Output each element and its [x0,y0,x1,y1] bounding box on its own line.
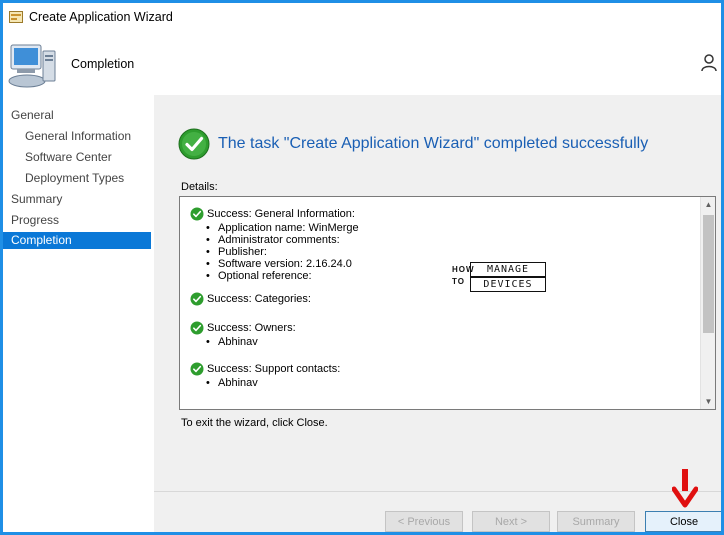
details-list: Success: General Information: Applicatio… [190,207,690,395]
checkmark-icon [190,207,204,221]
completion-headline: The task "Create Application Wizard" com… [218,135,649,152]
scroll-down-icon[interactable]: ▼ [701,394,715,409]
details-section-owners: Success: Owners: Abhinav [190,321,690,348]
close-button[interactable]: Close [645,511,721,532]
sidebar-item-progress[interactable]: Progress [3,212,151,229]
list-item: Administrator comments: [206,234,690,246]
computer-icon [8,44,56,88]
list-item: Optional reference: [206,270,690,282]
watermark-to: TO [452,277,465,286]
watermark-devices: DEVICES [470,277,546,292]
wizard-app-icon [9,11,23,23]
section-title: Success: Categories: [207,293,311,305]
previous-button[interactable]: < Previous [385,511,463,532]
scrollbar-thumb[interactable] [703,215,714,333]
details-section-support-contacts: Success: Support contacts: Abhinav [190,362,690,389]
arrow-down-icon [672,469,698,508]
sidebar-item-summary[interactable]: Summary [3,191,151,208]
sidebar-item-software-center[interactable]: Software Center [3,149,151,166]
page-title: Completion [71,57,135,71]
list-item: Abhinav [206,377,690,389]
list-item: Application name: WinMerge [206,222,690,234]
watermark-manage: MANAGE [470,262,546,277]
details-label: Details: [181,181,218,193]
sidebar-item-completion[interactable]: Completion [3,232,151,249]
summary-button[interactable]: Summary [557,511,635,532]
checkmark-icon [190,292,204,306]
exit-instructions: To exit the wizard, click Close. [181,417,328,429]
section-title: Success: Support contacts: [207,363,341,375]
details-section-categories: Success: Categories: [190,292,690,307]
wizard-sidebar: General General Information Software Cen… [3,95,154,532]
sidebar-item-general[interactable]: General [3,107,151,124]
watermark-logo: HOW TO MANAGE DEVICES [452,262,548,294]
list-item: Abhinav [206,336,690,348]
list-item: Publisher: [206,246,690,258]
checkmark-icon [190,321,204,335]
page-header: Completion [3,33,721,96]
user-icon[interactable] [701,53,721,73]
details-scrollbar[interactable]: ▲ ▼ [700,197,715,409]
title-bar: Create Application Wizard [3,3,721,33]
details-box[interactable]: Success: General Information: Applicatio… [179,196,716,410]
section-title: Success: Owners: [207,322,296,334]
section-title: Success: General Information: [207,208,355,220]
checkmark-circle-icon [178,128,210,160]
scroll-up-icon[interactable]: ▲ [701,197,715,212]
footer-divider [154,491,721,492]
wizard-window: Create Application Wizard Completion Gen… [0,0,724,535]
main-content: The task "Create Application Wizard" com… [154,95,721,532]
next-button[interactable]: Next > [472,511,550,532]
details-section-general-information: Success: General Information: Applicatio… [190,207,690,282]
list-item: Software version: 2.16.24.0 [206,258,690,270]
sidebar-item-deployment-types[interactable]: Deployment Types [3,170,151,187]
window-title: Create Application Wizard [29,10,173,24]
checkmark-icon [190,362,204,376]
sidebar-item-general-information[interactable]: General Information [3,128,151,145]
